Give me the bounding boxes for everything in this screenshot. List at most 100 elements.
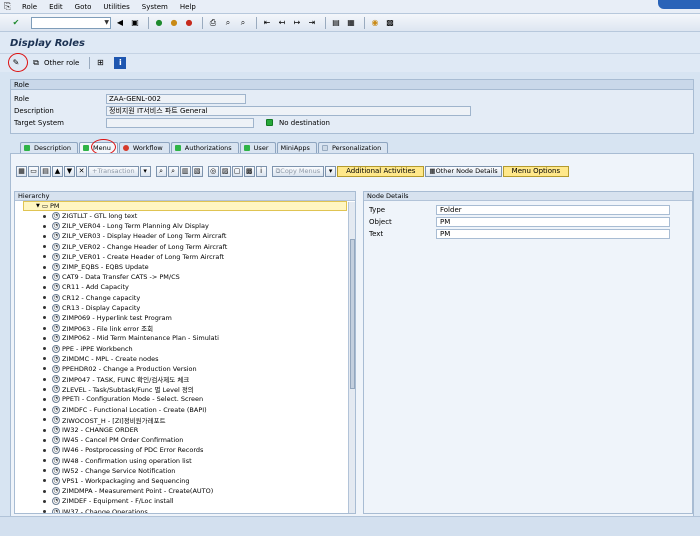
print-icon[interactable]: ▢	[231, 165, 243, 177]
tree-node[interactable]: ◔ ZILP_VER02 - Change Header of Long Term…	[15, 242, 355, 252]
tree-node[interactable]: ◔ CR12 - Change capacity	[15, 293, 355, 303]
save-icon[interactable]: ▣	[129, 17, 141, 29]
tree-node[interactable]: ◔ PPETI - Configuration Mode - Select. Sc…	[15, 394, 355, 404]
target-system-field[interactable]	[106, 117, 254, 128]
menu-utilities[interactable]: Utilities	[103, 3, 129, 11]
tree-node[interactable]: ◔ CAT9 - Data Transfer CATS -> PM/CS	[15, 272, 355, 282]
other-role-button[interactable]: ⧉ Other role	[30, 57, 79, 69]
transaction-icon: ◔	[52, 364, 60, 373]
tree-node[interactable]: ◔ ZILP_VER01 - Create Header of Long Term…	[15, 252, 355, 262]
hierarchy-button[interactable]: ⊞	[94, 57, 108, 69]
back-nav-icon[interactable]: ●	[153, 17, 165, 29]
find-icon[interactable]: ⌕	[155, 165, 167, 177]
print-icon[interactable]: ⎙	[207, 17, 219, 29]
tree-root-node[interactable]: ▼ ▭ PM	[23, 201, 347, 211]
menu-help[interactable]: Help	[180, 3, 196, 11]
find-next-icon[interactable]: ⌕	[167, 165, 179, 177]
cancel-icon[interactable]: ●	[183, 17, 195, 29]
delete-icon[interactable]: ✕	[76, 165, 87, 177]
tree-node[interactable]: ◔ CR11 - Add Capacity	[15, 282, 355, 292]
status-red-icon	[122, 145, 129, 151]
info-icon[interactable]: i	[255, 165, 267, 177]
tree-node[interactable]: ◔ ZILP_VER03 - Display Header of Long Ter…	[15, 231, 355, 241]
new-session-icon[interactable]: ▤	[330, 17, 342, 29]
find-icon[interactable]: ⌕	[222, 17, 234, 29]
check-icon[interactable]: ✔	[10, 17, 22, 29]
command-field[interactable]	[31, 16, 111, 29]
dropdown-icon[interactable]: ▾	[139, 165, 151, 177]
tree-node[interactable]: ◔ VPS1 - Workpackaging and Sequencing	[15, 476, 355, 486]
dropdown-icon[interactable]: ▾	[325, 165, 337, 177]
transaction-icon: ◔	[52, 313, 60, 322]
copy-icon[interactable]: ▥	[179, 165, 191, 177]
tab-description[interactable]: Description	[20, 142, 79, 153]
tree-node[interactable]: ◔ ZIMP069 - Hyperlink test Program	[15, 313, 355, 323]
tree-node[interactable]: ◔ ZIMP062 - Mid Term Maintenance Plan - S…	[15, 333, 355, 343]
tree-node[interactable]: ◔ CR13 - Display Capacity	[15, 303, 355, 313]
information-button[interactable]: i	[114, 57, 128, 69]
first-page-icon[interactable]: ⇤	[261, 17, 273, 29]
tree-node[interactable]: ◔ PPE - iPPE Workbench	[15, 343, 355, 353]
tree-node[interactable]: ◔ ZIWOCOST_H - [ZI]정비원가레포트	[15, 415, 355, 425]
menu-goto[interactable]: Goto	[75, 3, 92, 11]
layout-icon[interactable]: ▩	[384, 17, 396, 29]
tree-node[interactable]: ◔ ZIMDEF - Equipment - F/Loc install	[15, 496, 355, 506]
new-folder-icon[interactable]: ▤	[40, 165, 51, 177]
tree-node[interactable]: ◔ ZIMP063 - File link error 조회	[15, 323, 355, 333]
other-node-details-button[interactable]: ▦ Other Node Details	[425, 165, 502, 177]
help-icon[interactable]: ◉	[369, 17, 381, 29]
tree-node[interactable]: ◔ ZIMDFC - Functional Location - Create (…	[15, 405, 355, 415]
folder-icon[interactable]: ▭	[28, 165, 39, 177]
tab-miniapps[interactable]: MiniApps	[276, 142, 317, 153]
tree-node[interactable]: ◔ ZIMDMC - MPL - Create nodes	[15, 354, 355, 364]
tab-authorizations[interactable]: Authorizations	[170, 142, 239, 153]
node-text-field[interactable]: PM	[436, 228, 670, 239]
vertical-scrollbar[interactable]	[348, 202, 355, 513]
menu-edit[interactable]: Edit	[49, 3, 63, 11]
role-row: Role ZAA-GENL-002	[14, 93, 246, 104]
tree-node[interactable]: ◔ IW32 - CHANGE ORDER	[15, 425, 355, 435]
description-field[interactable]: 정비지원 IT서비스 파트 General	[106, 105, 471, 116]
tree-node[interactable]: ◔ ZIGTLLT - GTL long text	[15, 211, 355, 221]
menu-options-button[interactable]: Menu Options	[502, 165, 570, 177]
menu-system[interactable]: System	[142, 3, 168, 11]
role-field[interactable]: ZAA-GENL-002	[106, 93, 246, 104]
tree-node[interactable]: ◔ IW45 - Cancel PM Order Confirmation	[15, 435, 355, 445]
prev-page-icon[interactable]: ↤	[276, 17, 288, 29]
tree-node[interactable]: ◔ IW48 - Confirmation using operation lis…	[15, 456, 355, 466]
tree-node[interactable]: ◔ IW37 - Change Operations	[15, 506, 355, 513]
tree-node[interactable]: ◔ PPEHDR02 - Change a Production Version	[15, 364, 355, 374]
back-icon[interactable]: ◀	[114, 17, 126, 29]
tree-node[interactable]: ◔ ZILP_VER04 - Long Term Planning Alv Dis…	[15, 221, 355, 231]
tab-personalization[interactable]: Personalization	[317, 142, 389, 153]
additional-activities-button[interactable]: Additional Activities	[337, 165, 425, 177]
transaction-button[interactable]: + Transaction	[88, 165, 139, 177]
scrollbar-thumb[interactable]	[350, 239, 355, 389]
copy-menus-button[interactable]: ⧉ Copy Menus	[271, 165, 325, 177]
tree-node[interactable]: ◔ IW52 - Change Service Notification	[15, 466, 355, 476]
exit-icon[interactable]: ●	[168, 17, 180, 29]
zoom-icon[interactable]: ◎	[207, 165, 219, 177]
sap-menu-icon[interactable]: ⎘	[4, 2, 14, 12]
node-type-field[interactable]: Folder	[436, 204, 670, 215]
detail-icon[interactable]: ▨	[219, 165, 231, 177]
last-page-icon[interactable]: ⇥	[306, 17, 318, 29]
tree-node[interactable]: ◔ IW46 - Postprocessing of PDC Error Reco…	[15, 445, 355, 455]
shortcut-icon[interactable]: ▦	[345, 17, 357, 29]
node-object-field[interactable]: PM	[436, 216, 670, 227]
tree-node[interactable]: ◔ ZIMDMPA - Measurement Point - Create(AU…	[15, 486, 355, 496]
tree-node[interactable]: ◔ ZIMP_EQBS - EQBS Update	[15, 262, 355, 272]
menu-role[interactable]: Role	[22, 3, 37, 11]
tab-workflow[interactable]: Workflow	[118, 142, 170, 153]
tree-node[interactable]: ◔ ZIMP047 - TASK, FUNC 확인/검사제도 체크	[15, 374, 355, 384]
move-down-icon[interactable]: ▼	[64, 165, 75, 177]
paste-icon[interactable]: ▧	[191, 165, 203, 177]
move-up-icon[interactable]: ▲	[52, 165, 63, 177]
settings-icon[interactable]: ▩	[243, 165, 255, 177]
tree-node[interactable]: ◔ ZLEVEL - Task/Subtask/Func 별 Level 정의	[15, 384, 355, 394]
find-next-icon[interactable]: ⌕	[237, 17, 249, 29]
expand-all-icon[interactable]: ▦	[16, 165, 27, 177]
next-page-icon[interactable]: ↦	[291, 17, 303, 29]
tab-user[interactable]: User	[239, 142, 276, 153]
collapse-icon[interactable]: ▼	[36, 203, 40, 209]
